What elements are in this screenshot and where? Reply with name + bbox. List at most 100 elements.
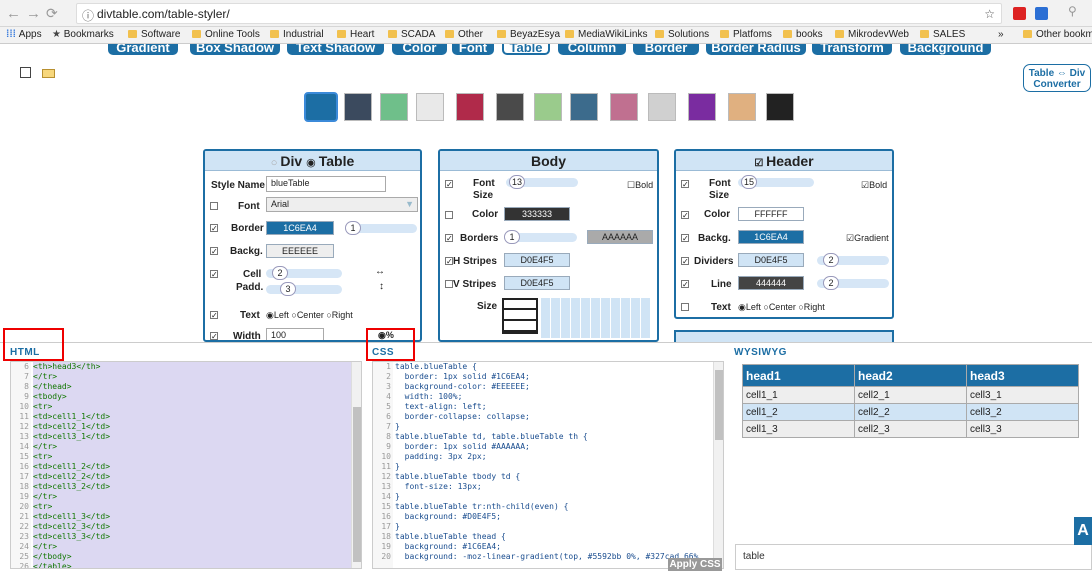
- preset-thumbnail[interactable]: [728, 93, 756, 121]
- text-color-swatch[interactable]: 333333: [504, 207, 570, 221]
- color-checkbox[interactable]: ✓: [681, 211, 689, 220]
- width-input[interactable]: 100: [266, 328, 324, 340]
- preset-thumbnail[interactable]: [304, 92, 338, 122]
- bookmark-item[interactable]: books: [783, 29, 823, 40]
- tab-text-shadow[interactable]: Text Shadow: [287, 44, 384, 55]
- open-folder-icon[interactable]: [42, 69, 55, 78]
- text-align-checkbox[interactable]: [681, 303, 689, 311]
- preset-thumbnail[interactable]: [496, 93, 524, 121]
- info-icon[interactable]: ⓘ: [82, 7, 94, 24]
- slider-knob[interactable]: 2: [823, 253, 839, 267]
- table-radio[interactable]: ◉: [306, 157, 319, 169]
- preset-thumbnail[interactable]: [534, 93, 562, 121]
- preset-thumbnail[interactable]: [766, 93, 794, 121]
- bookmark-item[interactable]: MikrodevWeb: [835, 29, 909, 40]
- reload-icon[interactable]: ⟳: [46, 5, 58, 22]
- tab-border[interactable]: Border: [633, 44, 699, 55]
- slider-knob[interactable]: 1: [504, 230, 520, 244]
- slider-knob[interactable]: 13: [509, 175, 525, 189]
- bookmark-item[interactable]: SCADA: [388, 29, 435, 40]
- font-size-slider[interactable]: 13: [506, 175, 578, 189]
- font-checkbox[interactable]: [210, 202, 218, 210]
- extension-icon[interactable]: [1013, 7, 1026, 20]
- header-color-swatch[interactable]: FFFFFF: [738, 207, 804, 221]
- tab-gradient[interactable]: Gradient: [108, 44, 178, 55]
- preset-thumbnail[interactable]: [688, 93, 716, 121]
- background-checkbox[interactable]: ✓: [681, 234, 689, 243]
- border-width-slider[interactable]: 1: [345, 221, 417, 235]
- grid-size-cells[interactable]: [540, 298, 650, 338]
- preset-thumbnail[interactable]: [648, 93, 676, 121]
- bold-checkbox[interactable]: ☑Bold: [861, 180, 887, 191]
- background-checkbox[interactable]: ✓: [210, 247, 218, 256]
- tab-border-radius[interactable]: Border Radius: [706, 44, 806, 55]
- header-enable-checkbox[interactable]: ☑: [754, 158, 766, 169]
- preset-thumbnail[interactable]: [416, 93, 444, 121]
- tab-transform[interactable]: Transform: [812, 44, 892, 55]
- width-checkbox[interactable]: ✓: [210, 332, 218, 340]
- preset-thumbnail[interactable]: [380, 93, 408, 121]
- bookmark-item[interactable]: ★ Bookmarks: [52, 29, 114, 40]
- save-icon[interactable]: [20, 67, 31, 78]
- scrollbar-thumb[interactable]: [715, 370, 723, 440]
- css-code-editor[interactable]: 1 2 3 4 5 6 7 8 9 10 11 12 13 14 15 16 17 18 19 20 table.bl…: [372, 361, 724, 569]
- bookmark-item[interactable]: Online Tools: [192, 29, 260, 40]
- font-select[interactable]: Arial ▼: [266, 197, 418, 212]
- h-stripes-checkbox[interactable]: ✓: [445, 257, 453, 266]
- text-align-checkbox[interactable]: ✓: [210, 311, 218, 320]
- address-bar[interactable]: ⓘ divtable.com/table-styler/ ☆: [76, 3, 1002, 24]
- bookmark-item[interactable]: Software: [128, 29, 180, 40]
- apply-css-button[interactable]: Apply CSS: [668, 558, 722, 571]
- table-div-converter-button[interactable]: Table ⇔ Div Converter: [1023, 64, 1091, 92]
- html-code-editor[interactable]: 6 7 8 9 10 11 12 13 14 15 16 17 18 19 20 21 22 23 24 25 26 <…: [10, 361, 362, 569]
- translate-icon[interactable]: [1035, 7, 1048, 20]
- bookmark-item[interactable]: Other: [445, 29, 483, 40]
- h-stripes-color-swatch[interactable]: D0E4F5: [504, 253, 570, 267]
- bookmarks-overflow[interactable]: »: [998, 29, 1004, 40]
- slider-knob[interactable]: 2: [272, 266, 288, 280]
- div-radio[interactable]: ○: [271, 157, 281, 169]
- font-size-slider[interactable]: 15: [738, 175, 814, 189]
- preset-thumbnail[interactable]: [570, 93, 598, 121]
- background-color-swatch[interactable]: EEEEEE: [266, 244, 334, 258]
- apps-bookmark[interactable]: ⁞⁞⁞ Apps: [6, 29, 42, 40]
- cell-padding-checkbox[interactable]: ✓: [210, 270, 218, 279]
- v-stripes-checkbox[interactable]: [445, 280, 453, 288]
- bookmark-item[interactable]: Platfoms: [720, 29, 772, 40]
- profile-icon[interactable]: ⚲: [1068, 4, 1077, 18]
- slider-knob[interactable]: 15: [741, 175, 757, 189]
- v-stripes-color-swatch[interactable]: D0E4F5: [504, 276, 570, 290]
- bookmark-item[interactable]: MediaWikiLinks: [565, 29, 647, 40]
- border-color-swatch[interactable]: 1C6EA4: [266, 221, 334, 235]
- color-checkbox[interactable]: [445, 211, 453, 219]
- dividers-checkbox[interactable]: ✓: [681, 257, 689, 266]
- tab-table[interactable]: Table: [502, 44, 550, 55]
- grid-size-picker[interactable]: [502, 298, 538, 334]
- scrollbar[interactable]: [713, 362, 723, 568]
- text-align-options[interactable]: ◉Left ○Center ○Right: [266, 310, 353, 321]
- dividers-color-swatch[interactable]: D0E4F5: [738, 253, 804, 267]
- preset-thumbnail[interactable]: [344, 93, 372, 121]
- tab-column[interactable]: Column: [558, 44, 626, 55]
- vertical-padding-slider[interactable]: 3: [266, 282, 342, 296]
- scrollbar[interactable]: [351, 362, 361, 568]
- scroll-to-top-button[interactable]: A: [1074, 517, 1092, 545]
- slider-knob[interactable]: 1: [345, 221, 361, 235]
- borders-checkbox[interactable]: ✓: [445, 234, 453, 243]
- tab-background[interactable]: Background: [900, 44, 991, 55]
- preset-thumbnail[interactable]: [610, 93, 638, 121]
- star-icon[interactable]: ☆: [984, 7, 995, 21]
- slider-knob[interactable]: 3: [280, 282, 296, 296]
- header-background-swatch[interactable]: 1C6EA4: [738, 230, 804, 244]
- borders-width-slider[interactable]: 1: [504, 230, 577, 244]
- scrollbar-thumb[interactable]: [353, 407, 361, 562]
- dividers-width-slider[interactable]: 2: [817, 253, 889, 267]
- line-width-slider[interactable]: 2: [817, 276, 889, 290]
- tab-box-shadow[interactable]: Box Shadow: [190, 44, 280, 55]
- slider-knob[interactable]: 2: [823, 276, 839, 290]
- horizontal-padding-slider[interactable]: 2: [266, 266, 342, 280]
- gradient-checkbox[interactable]: ☑Gradient: [846, 233, 889, 244]
- back-icon[interactable]: ←: [6, 5, 21, 22]
- line-color-swatch[interactable]: 444444: [738, 276, 804, 290]
- line-checkbox[interactable]: ✓: [681, 280, 689, 289]
